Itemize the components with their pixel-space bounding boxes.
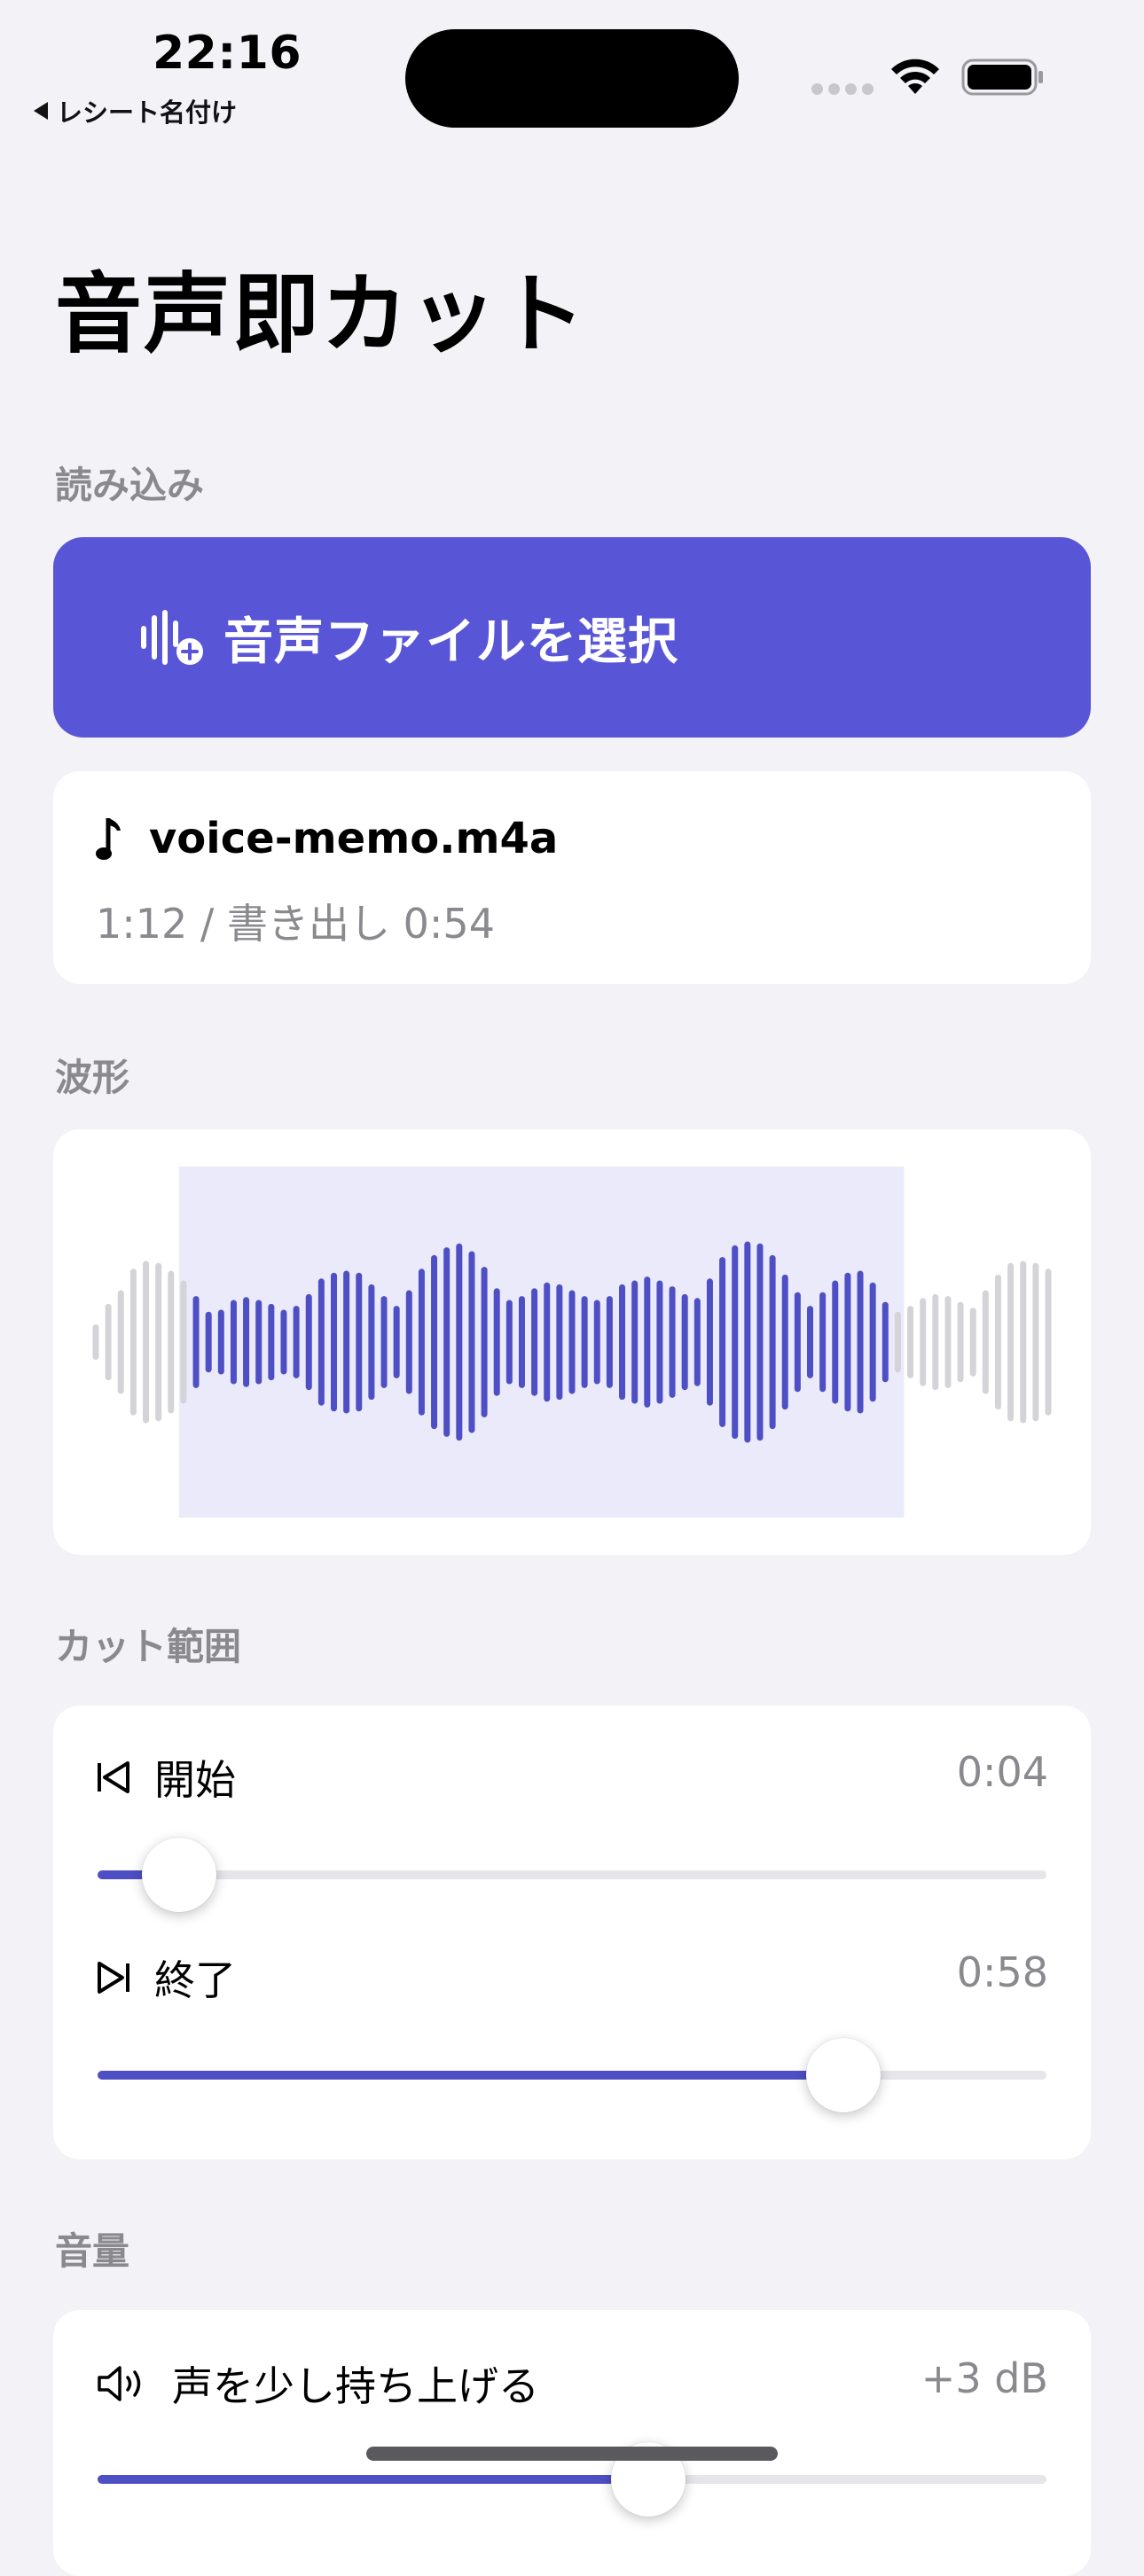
back-to-app-link[interactable]: レシート名付け bbox=[34, 92, 237, 129]
volume-slider-fill bbox=[98, 2475, 648, 2484]
section-label-load: 読み込み bbox=[55, 464, 205, 507]
speaker-icon bbox=[98, 2366, 141, 2401]
end-label: 終了 bbox=[154, 1956, 236, 2004]
music-note-icon bbox=[96, 818, 121, 860]
end-slider-thumb[interactable] bbox=[806, 2038, 882, 2112]
volume-row-label: 声を少し持ち上げる bbox=[96, 2354, 539, 2413]
waveform-plus-icon bbox=[141, 610, 203, 665]
skip-end-icon bbox=[98, 1962, 129, 1994]
section-label-volume: 音量 bbox=[55, 2229, 130, 2273]
section-label-waveform: 波形 bbox=[55, 1056, 130, 1099]
waveform-card[interactable] bbox=[53, 1129, 1091, 1555]
back-arrow-icon bbox=[34, 102, 48, 120]
start-slider-thumb[interactable] bbox=[142, 1838, 217, 1912]
start-label: 開始 bbox=[154, 1756, 236, 1804]
battery-icon bbox=[961, 59, 1043, 96]
volume-slider[interactable] bbox=[98, 2442, 1046, 2517]
select-audio-file-label: 音声ファイルを選択 bbox=[223, 613, 678, 671]
end-slider[interactable] bbox=[98, 2038, 1046, 2112]
cellular-signal-icon bbox=[811, 83, 874, 95]
status-time: 22:16 bbox=[153, 27, 302, 80]
skip-start-icon bbox=[98, 1761, 129, 1793]
end-row-label: 終了 bbox=[96, 1948, 236, 2007]
back-link-label: レシート名付け bbox=[57, 98, 238, 128]
file-name: voice-memo.m4a bbox=[149, 814, 559, 863]
start-row-label: 開始 bbox=[96, 1748, 236, 1807]
start-slider[interactable] bbox=[98, 1838, 1046, 1912]
end-time-value: 0:58 bbox=[956, 1948, 1048, 1996]
start-time-value: 0:04 bbox=[956, 1748, 1048, 1796]
end-slider-fill bbox=[98, 2071, 844, 2080]
wifi-icon bbox=[891, 59, 939, 94]
volume-label: 声を少し持ち上げる bbox=[172, 2362, 539, 2410]
volume-card: 声を少し持ち上げる +3 dB bbox=[53, 2310, 1091, 2576]
dynamic-island bbox=[405, 29, 739, 128]
file-info-card: voice-memo.m4a 1:12 / 書き出し 0:54 bbox=[53, 771, 1091, 984]
cut-range-card: 開始 0:04 終了 0:58 bbox=[53, 1706, 1091, 2159]
home-indicator bbox=[366, 2447, 778, 2461]
volume-gain-value: +3 dB bbox=[921, 2354, 1048, 2402]
select-audio-file-button[interactable]: 音声ファイルを選択 bbox=[53, 537, 1091, 738]
section-label-cut-range: カット範囲 bbox=[55, 1625, 242, 1668]
file-duration-meta: 1:12 / 書き出し 0:54 bbox=[96, 900, 495, 948]
waveform-display[interactable] bbox=[53, 1129, 1091, 1555]
page-title: 音声即カット bbox=[55, 264, 588, 365]
